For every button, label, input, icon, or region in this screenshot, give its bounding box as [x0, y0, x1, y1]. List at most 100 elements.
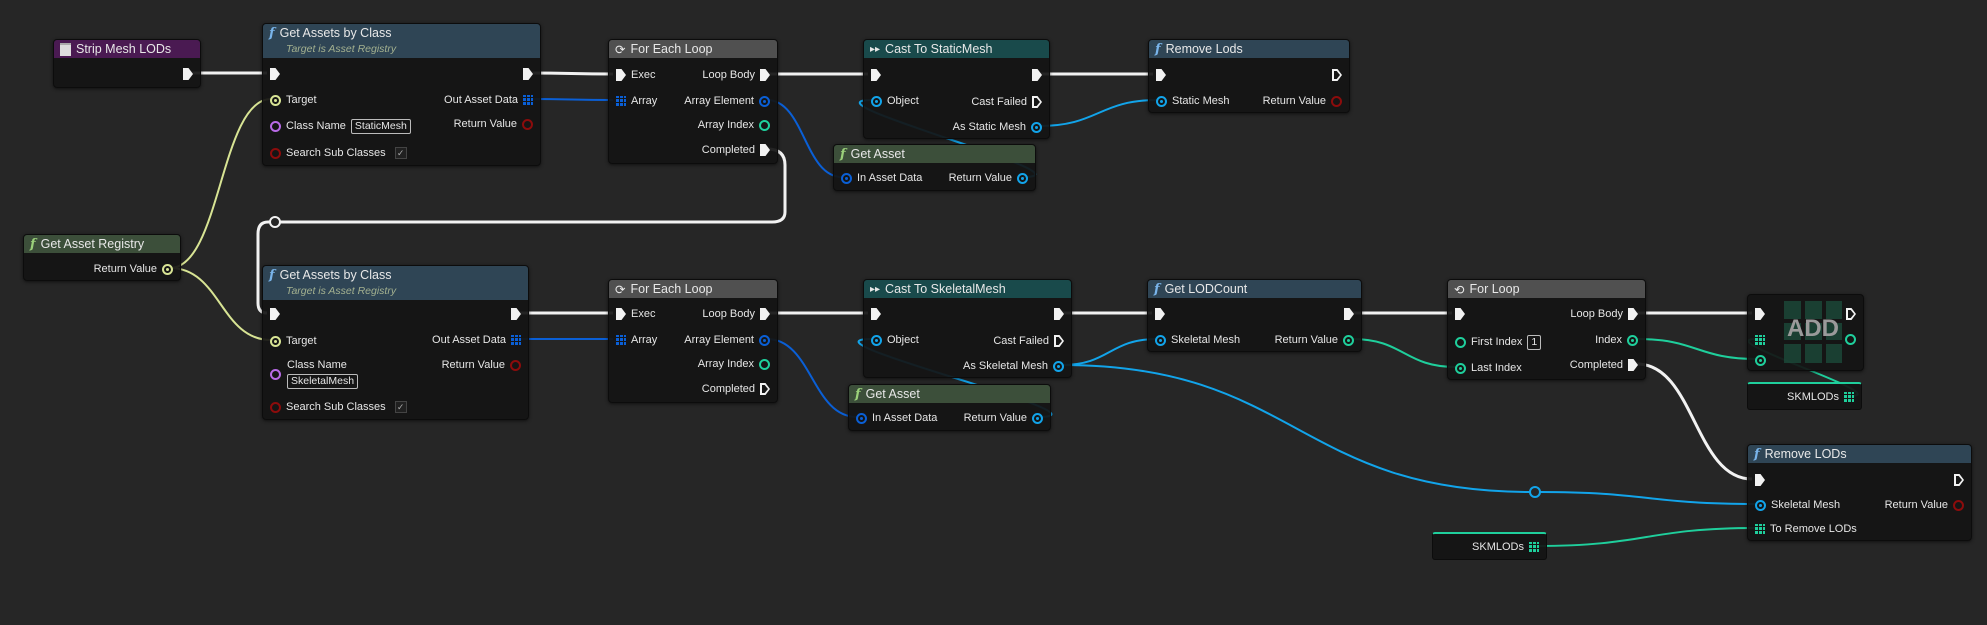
out-asset-data-pin[interactable] — [511, 335, 521, 345]
target-pin[interactable] — [270, 335, 281, 347]
wire-completed-to-rl2[interactable] — [1636, 362, 1753, 481]
return-value-pin[interactable] — [522, 118, 533, 130]
last-index-pin[interactable] — [1455, 362, 1466, 374]
event-node-strip-mesh-lods[interactable]: Strip Mesh LODs — [53, 39, 201, 88]
exec-in-pin[interactable] — [1155, 308, 1165, 320]
reroute-node-skeletal-mesh[interactable] — [1529, 486, 1541, 498]
exec-in-pin[interactable] — [270, 68, 280, 80]
node-for-each-loop-skeletal[interactable]: ⟳ For Each Loop Exec Array Loop Body Arra… — [608, 279, 778, 403]
search-sub-classes-checkbox[interactable]: ✓ — [394, 401, 407, 413]
out-asset-data-pin[interactable] — [523, 95, 533, 105]
wire-reroute-to-rl2[interactable] — [1538, 491, 1758, 505]
loop-body-pin[interactable] — [1628, 308, 1638, 320]
node-get-lod-count[interactable]: f Get LODCount Skeletal Mesh Return Value — [1147, 279, 1362, 352]
cast-failed-pin[interactable] — [1032, 96, 1042, 108]
cast-failed-pin[interactable] — [1054, 335, 1064, 347]
array-element-pin[interactable] — [759, 334, 770, 346]
class-name-pin[interactable] — [270, 120, 281, 132]
array-element-pin[interactable] — [759, 95, 770, 107]
wire-element-to-getasset1[interactable] — [766, 99, 843, 178]
as-static-mesh-pin[interactable] — [1031, 121, 1042, 133]
node-remove-lods-skeletal[interactable]: f Remove LODs Skeletal Mesh To Remove LOD… — [1747, 444, 1972, 541]
node-array-add[interactable]: ADD — [1747, 294, 1864, 371]
node-for-each-loop-static[interactable]: ⟳ For Each Loop Exec Array Loop Body Arra… — [608, 39, 778, 164]
return-value-pin[interactable] — [510, 359, 521, 371]
exec-out-pin[interactable] — [511, 308, 521, 320]
variable-pin[interactable] — [1529, 542, 1539, 552]
wire-skmlods-to-remove[interactable] — [1536, 527, 1757, 547]
exec-out-pin[interactable] — [1054, 308, 1064, 320]
node-cast-to-skeletal-mesh[interactable]: ▸▸ Cast To SkeletalMesh Object Cast Faile… — [863, 279, 1072, 378]
return-value-pin[interactable] — [1032, 412, 1043, 424]
search-sub-classes-checkbox[interactable]: ✓ — [394, 147, 407, 159]
node-for-loop[interactable]: ⟲ For Loop First Index 1 Last Index Loop B… — [1447, 279, 1646, 380]
node-get-assets-by-class-static[interactable]: f Get Assets by Class Target is Asset Regi… — [262, 23, 541, 166]
wire-lodcount-to-last-index[interactable] — [1351, 338, 1457, 368]
wire-exec-gabc1-to-fel1[interactable] — [529, 71, 614, 76]
object-pin[interactable] — [871, 95, 882, 107]
variable-get-skmlods[interactable]: SKMLODs — [1747, 382, 1862, 410]
static-mesh-pin[interactable] — [1156, 95, 1167, 107]
search-sub-classes-pin[interactable] — [270, 401, 281, 413]
node-get-asset-registry[interactable]: f Get Asset Registry Return Value — [23, 234, 181, 281]
exec-in-pin[interactable] — [270, 308, 280, 320]
exec-out-pin[interactable] — [1032, 69, 1042, 81]
exec-in-pin[interactable] — [1455, 308, 1465, 320]
array-pin[interactable] — [616, 96, 626, 106]
exec-out-pin[interactable] — [1954, 474, 1964, 486]
new-item-pin[interactable] — [1755, 354, 1766, 366]
first-index-pin[interactable] — [1455, 336, 1466, 348]
array-pin[interactable] — [616, 335, 626, 345]
index-pin[interactable] — [1627, 334, 1638, 346]
exec-out-pin[interactable] — [183, 68, 193, 80]
first-index-value[interactable]: 1 — [1527, 334, 1542, 350]
loop-body-pin[interactable] — [760, 69, 770, 81]
return-value-pin[interactable] — [1331, 95, 1342, 107]
array-index-pin[interactable] — [759, 358, 770, 370]
exec-in-pin[interactable] — [1755, 474, 1765, 486]
completed-pin[interactable] — [760, 383, 770, 395]
exec-in-pin[interactable] — [871, 308, 881, 320]
completed-pin[interactable] — [760, 144, 770, 156]
node-remove-lods-static[interactable]: f Remove Lods Static Mesh Return Value — [1148, 39, 1350, 113]
return-value-pin[interactable] — [1017, 172, 1028, 184]
exec-out-pin[interactable] — [1344, 308, 1354, 320]
array-index-pin[interactable] — [759, 119, 770, 131]
node-get-assets-by-class-skeletal[interactable]: f Get Assets by Class Target is Asset Regi… — [262, 265, 529, 420]
exec-in-pin[interactable] — [1755, 308, 1765, 320]
exec-out-pin[interactable] — [523, 68, 533, 80]
index-out-pin[interactable] — [1845, 333, 1856, 345]
exec-out-pin[interactable] — [1332, 69, 1342, 81]
object-pin[interactable] — [871, 334, 882, 346]
exec-in-pin[interactable] — [616, 69, 626, 81]
wire-asset-data-static[interactable] — [529, 98, 614, 101]
exec-in-pin[interactable] — [871, 69, 881, 81]
node-get-asset-static[interactable]: f Get Asset In Asset Data Return Value — [833, 144, 1036, 191]
target-array-pin[interactable] — [1755, 335, 1765, 345]
skeletal-mesh-pin[interactable] — [1755, 499, 1766, 511]
to-remove-lods-pin[interactable] — [1755, 524, 1765, 534]
wire-skeletal-to-lodcount[interactable] — [1061, 338, 1158, 366]
in-asset-data-pin[interactable] — [841, 172, 852, 184]
loop-body-pin[interactable] — [760, 308, 770, 320]
exec-in-pin[interactable] — [1156, 69, 1166, 81]
variable-pin[interactable] — [1844, 392, 1854, 402]
reroute-node-exec[interactable] — [269, 216, 281, 228]
wire-static-mesh-to-rl1[interactable] — [1038, 99, 1159, 127]
wire-skeletal-to-reroute[interactable] — [1061, 364, 1532, 493]
in-asset-data-pin[interactable] — [856, 412, 867, 424]
return-value-pin[interactable] — [1953, 499, 1964, 511]
class-name-pin[interactable] — [270, 368, 281, 380]
wire-registry-to-target2[interactable] — [169, 267, 272, 341]
node-get-asset-skeletal[interactable]: f Get Asset In Asset Data Return Value — [848, 384, 1051, 431]
wire-element-to-getasset2[interactable] — [766, 338, 858, 418]
completed-pin[interactable] — [1628, 359, 1638, 371]
class-name-value[interactable]: SkeletalMesh — [287, 373, 359, 389]
as-skeletal-mesh-pin[interactable] — [1053, 360, 1064, 372]
search-sub-classes-pin[interactable] — [270, 147, 281, 159]
class-name-value[interactable]: StaticMesh — [350, 118, 411, 134]
return-value-pin[interactable] — [162, 263, 173, 275]
variable-get-skmlods[interactable]: SKMLODs — [1432, 532, 1547, 560]
return-value-pin[interactable] — [1343, 334, 1354, 346]
wire-registry-to-target1[interactable] — [169, 98, 272, 269]
